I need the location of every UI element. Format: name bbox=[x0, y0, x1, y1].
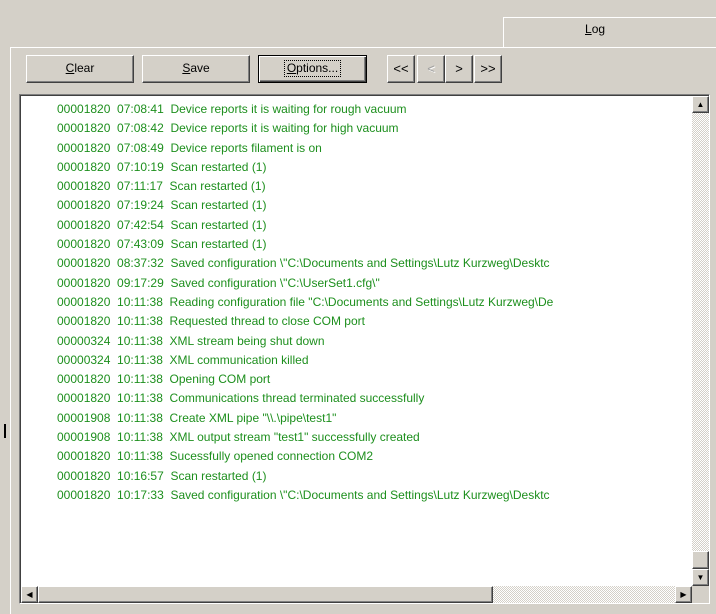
log-line[interactable]: 00001820 07:19:24 Scan restarted (1) bbox=[57, 196, 692, 215]
first-page-button[interactable]: << bbox=[387, 55, 415, 83]
vertical-scrollbar[interactable]: ▲ ▼ bbox=[692, 96, 709, 586]
log-line[interactable]: 00001908 10:11:38 Create XML pipe "\\.\p… bbox=[57, 409, 692, 428]
log-line[interactable]: 00001820 10:11:38 Communications thread … bbox=[57, 389, 692, 408]
scroll-left-icon[interactable]: ◀ bbox=[21, 586, 38, 603]
log-listbox[interactable]: 00001820 07:08:41 Device reports it is w… bbox=[19, 94, 710, 604]
scroll-down-icon[interactable]: ▼ bbox=[692, 569, 709, 586]
next-page-button[interactable]: > bbox=[445, 55, 473, 83]
splitter-mark bbox=[4, 424, 6, 438]
log-line[interactable]: 00001820 10:11:38 Reading configuration … bbox=[57, 293, 692, 312]
log-line[interactable]: 00001820 08:37:32 Saved configuration \"… bbox=[57, 254, 692, 273]
horizontal-scrollbar[interactable]: ◀ ▶ bbox=[21, 586, 692, 603]
previous-page-button[interactable]: < bbox=[417, 55, 445, 83]
panel-top-border bbox=[10, 47, 716, 48]
log-lines: 00001820 07:08:41 Device reports it is w… bbox=[57, 100, 692, 505]
log-line[interactable]: 00001820 07:08:42 Device reports it is w… bbox=[57, 119, 692, 138]
log-line[interactable]: 00001820 10:17:33 Saved configuration \"… bbox=[57, 486, 692, 505]
tab-log[interactable] bbox=[503, 17, 716, 47]
log-line[interactable]: 00001820 07:43:09 Scan restarted (1) bbox=[57, 235, 692, 254]
vertical-scroll-thumb[interactable] bbox=[692, 551, 709, 569]
log-line[interactable]: 00000324 10:11:38 XML stream being shut … bbox=[57, 332, 692, 351]
scroll-up-icon[interactable]: ▲ bbox=[692, 96, 709, 113]
save-button[interactable]: Save bbox=[142, 55, 250, 83]
scrollbar-corner bbox=[692, 586, 709, 603]
options-button[interactable]: Options... bbox=[258, 55, 367, 83]
last-page-button[interactable]: >> bbox=[474, 55, 502, 83]
log-line[interactable]: 00001820 10:11:38 Sucessfully opened con… bbox=[57, 447, 692, 466]
log-line[interactable]: 00001820 10:11:38 Opening COM port bbox=[57, 370, 692, 389]
log-line[interactable]: 00001820 07:42:54 Scan restarted (1) bbox=[57, 216, 692, 235]
scroll-right-icon[interactable]: ▶ bbox=[675, 586, 692, 603]
log-line[interactable]: 00001820 07:10:19 Scan restarted (1) bbox=[57, 158, 692, 177]
log-line[interactable]: 00001820 09:17:29 Saved configuration \"… bbox=[57, 274, 692, 293]
log-line[interactable]: 00001820 10:11:38 Requested thread to cl… bbox=[57, 312, 692, 331]
log-line[interactable]: 00001820 07:08:49 Device reports filamen… bbox=[57, 139, 692, 158]
panel-left-border bbox=[10, 47, 11, 614]
log-line[interactable]: 00001820 07:11:17 Scan restarted (1) bbox=[57, 177, 692, 196]
tab-log-label[interactable]: Log bbox=[585, 22, 605, 36]
clear-button[interactable]: Clear bbox=[26, 55, 134, 83]
log-line[interactable]: 00000324 10:11:38 XML communication kill… bbox=[57, 351, 692, 370]
log-line[interactable]: 00001908 10:11:38 XML output stream "tes… bbox=[57, 428, 692, 447]
log-line[interactable]: 00001820 10:16:57 Scan restarted (1) bbox=[57, 467, 692, 486]
horizontal-scroll-thumb[interactable] bbox=[38, 586, 493, 603]
log-line[interactable]: 00001820 07:08:41 Device reports it is w… bbox=[57, 100, 692, 119]
